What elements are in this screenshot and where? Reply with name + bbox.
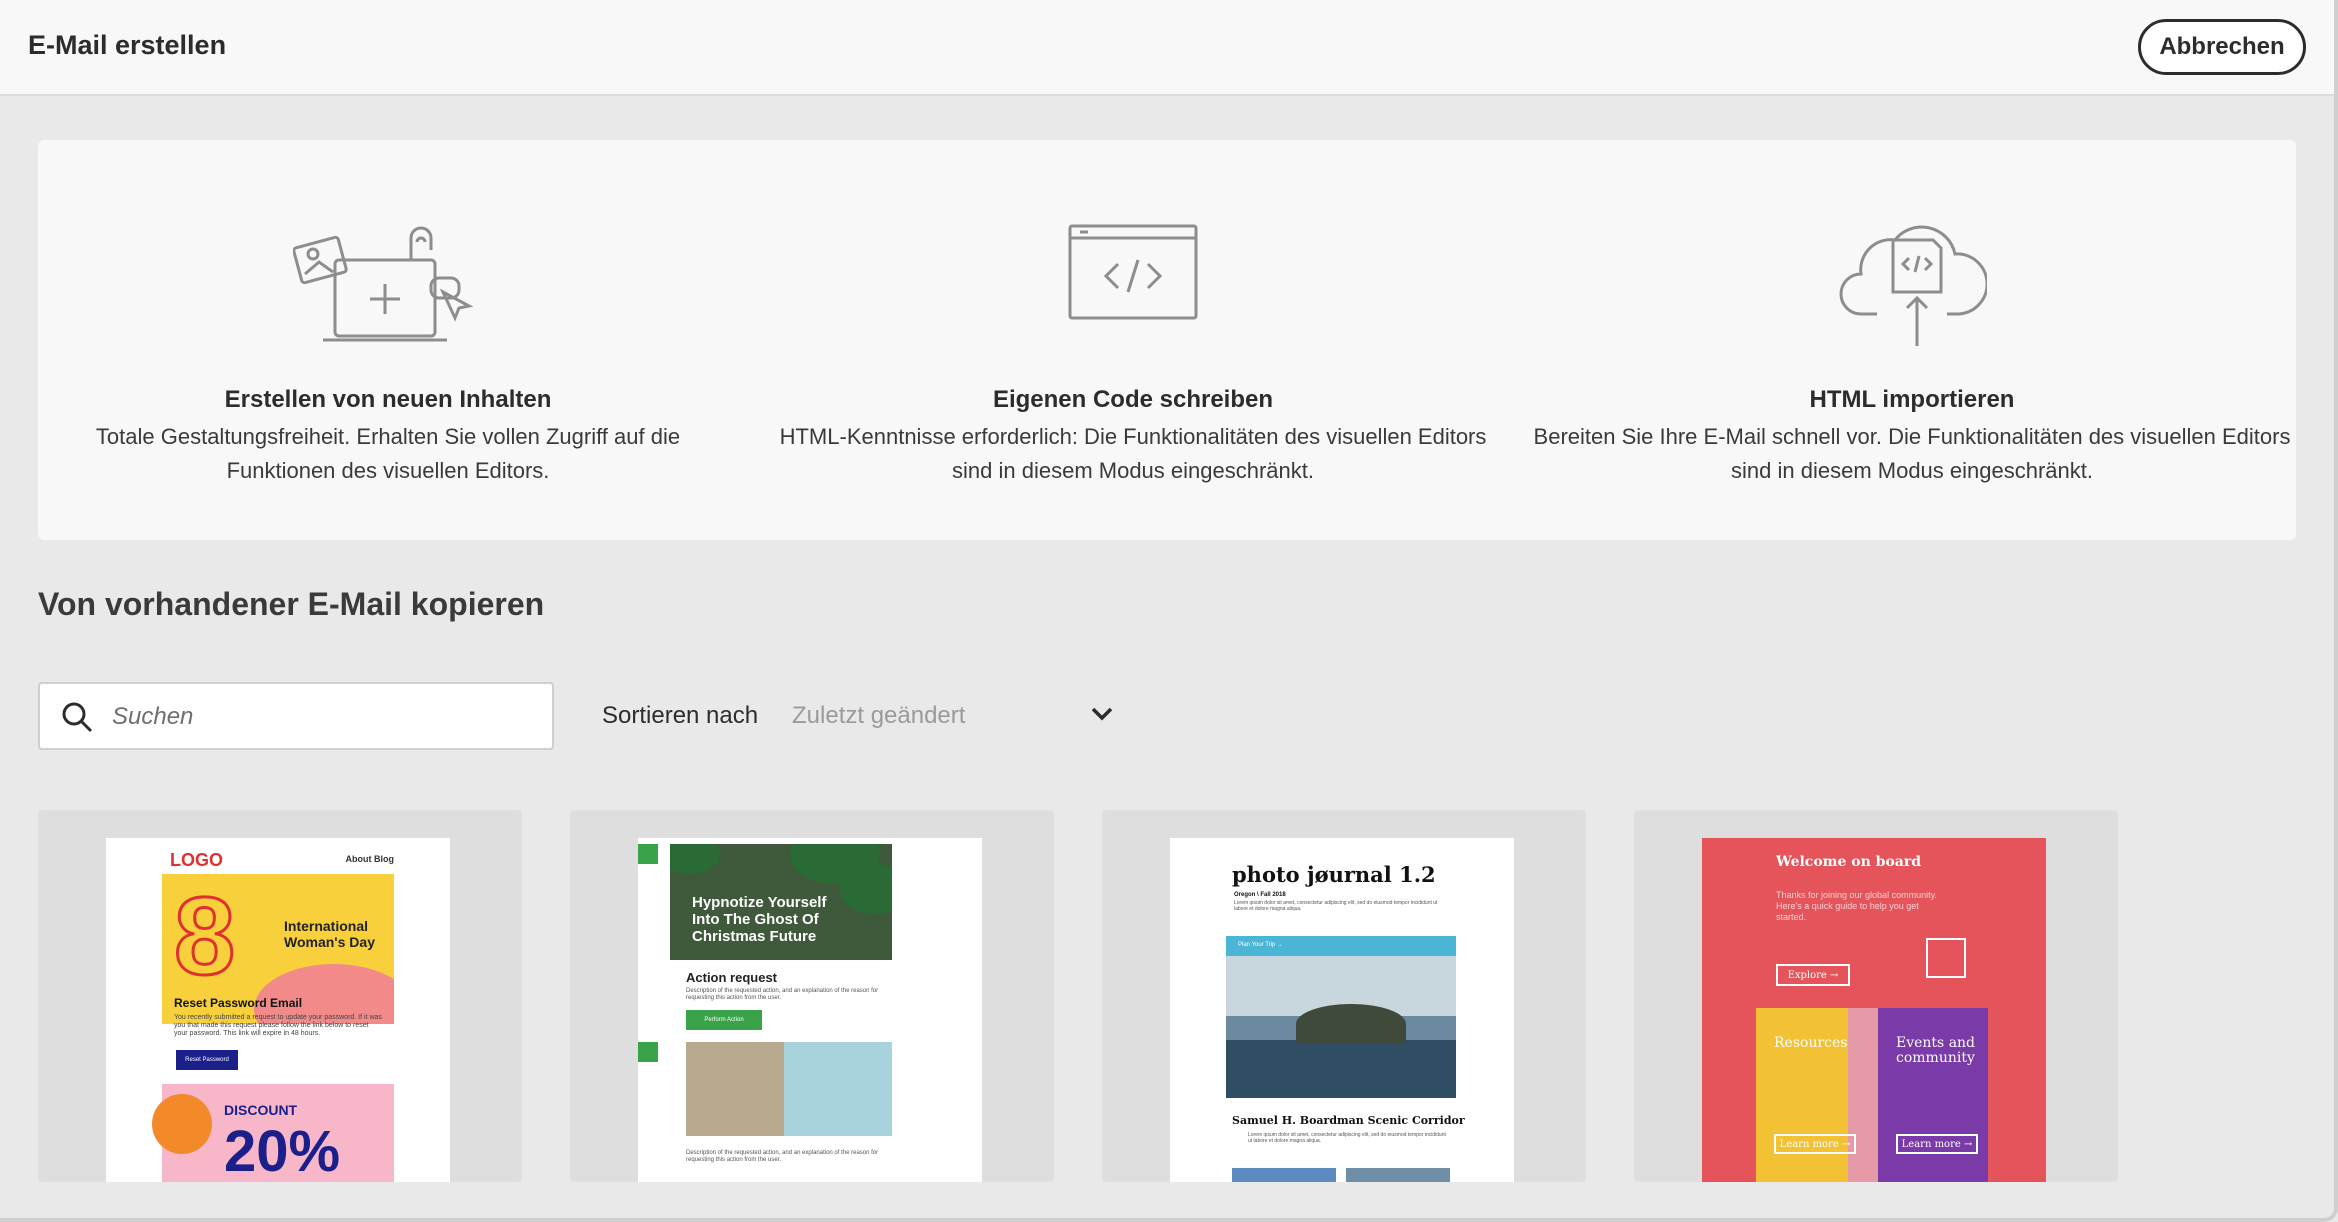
option-create-new-content[interactable]: Erstellen von neuen Inhalten Totale Gest…: [38, 140, 738, 540]
sort-label: Sortieren nach: [602, 702, 759, 729]
template-button: Perform Action: [686, 1010, 762, 1030]
cloud-upload-illustration-icon: [1839, 225, 1987, 346]
option-description-line: sind in diesem Modus eingeschränkt.: [952, 458, 1314, 483]
option-description-line: Funktionen des visuellen Editors.: [226, 458, 550, 483]
template-events-panel: Events and community Learn more →: [1878, 1008, 1988, 1182]
template-card[interactable]: photo jøurnal 1.2 Oregon \ Fall 2018 Lor…: [1102, 810, 1586, 1182]
template-hero: Welcome on board Thanks for joining our …: [1756, 838, 1988, 1008]
image-icon: [638, 1042, 658, 1062]
template-explore-button: Explore →: [1776, 964, 1850, 986]
template-photo: [1226, 956, 1456, 1098]
template-image-plants: [686, 1042, 784, 1136]
dialog-window: E-Mail erstellen Abbrechen Erstellen von…: [0, 0, 2338, 1222]
sort-dropdown[interactable]: Zuletzt geändert: [790, 692, 1120, 738]
template-body: Description of the requested action, and…: [686, 988, 879, 1001]
template-hero-text: International Woman's Day: [284, 918, 375, 950]
template-card[interactable]: Hypnotize Yourself Into The Ghost Of Chr…: [570, 810, 1054, 1182]
option-description-line: Totale Gestaltungsfreiheit. Erhalten Sie…: [95, 424, 681, 449]
option-title: HTML importieren: [1809, 386, 2015, 413]
create-content-illustration-icon: [293, 226, 474, 342]
dialog-title: E-Mail erstellen: [28, 30, 227, 60]
sort-dropdown-value: Zuletzt geändert: [792, 702, 966, 729]
template-heading: Reset Password Email: [174, 996, 303, 1010]
template-image-tile: [1346, 1168, 1450, 1182]
option-description: HTML-Kenntnisse erforderlich: Die Funkti…: [738, 420, 1528, 488]
search-box[interactable]: [38, 682, 554, 750]
template-discount-label: DISCOUNT: [224, 1102, 298, 1118]
template-resources-panel: Resources Learn more →: [1756, 1008, 1878, 1182]
template-button: Reset Password: [176, 1050, 238, 1070]
option-write-own-code[interactable]: Eigenen Code schreiben HTML-Kenntnisse e…: [738, 140, 1528, 540]
search-input[interactable]: [112, 694, 532, 740]
option-description: Bereiten Sie Ihre E-Mail schnell vor. Di…: [1528, 420, 2296, 488]
template-body-secondary: Lorem ipsum dolor sit amet, consectetur …: [1248, 1132, 1446, 1144]
template-image-tile: [1232, 1168, 1336, 1182]
template-intro: Thanks for joining our global community.…: [1776, 890, 1937, 922]
template-cta-bar: Plan Your Trip →: [1226, 936, 1456, 956]
template-learn-more: Learn more →: [1896, 1134, 1978, 1154]
template-heading: Action request: [686, 970, 778, 985]
template-card[interactable]: LOGO About Blog 8 International Woman's …: [38, 810, 522, 1182]
template-resources-label: Resources: [1774, 1035, 1848, 1051]
template-thumbnail: Hypnotize Yourself Into The Ghost Of Chr…: [638, 838, 982, 1182]
option-title: Eigenen Code schreiben: [992, 386, 1274, 413]
template-thumbnail: photo jøurnal 1.2 Oregon \ Fall 2018 Lor…: [1170, 838, 1514, 1182]
option-import-html[interactable]: HTML importieren Bereiten Sie Ihre E-Mai…: [1528, 140, 2296, 540]
copy-section-title: Von vorhandener E-Mail kopieren: [38, 586, 545, 622]
template-discount-value: 20%: [224, 1119, 341, 1182]
template-subtitle: Oregon \ Fall 2018: [1234, 892, 1286, 898]
creation-options-panel: Erstellen von neuen Inhalten Totale Gest…: [38, 140, 2296, 540]
diamond-icon: [1926, 938, 1966, 978]
chevron-down-icon: [1091, 707, 1113, 721]
template-thumbnail: Welcome on board Thanks for joining our …: [1702, 838, 2046, 1182]
template-events-label: Events and community: [1896, 1035, 1976, 1066]
template-body: You recently submitted a request to upda…: [174, 1014, 382, 1037]
template-card[interactable]: Welcome on board Thanks for joining our …: [1634, 810, 2118, 1182]
option-title: Erstellen von neuen Inhalten: [224, 386, 552, 413]
template-grid: LOGO About Blog 8 International Woman's …: [38, 810, 2298, 1182]
cancel-button[interactable]: Abbrechen: [2138, 19, 2306, 75]
template-title: photo jøurnal 1.2: [1232, 862, 1436, 887]
template-welcome: Welcome on board: [1776, 854, 1922, 870]
option-description-line: sind in diesem Modus eingeschränkt.: [1731, 458, 2093, 483]
template-learn-more: Learn more →: [1774, 1134, 1856, 1154]
search-icon: [62, 702, 93, 733]
option-description-line: HTML-Kenntnisse erforderlich: Die Funkti…: [779, 424, 1487, 449]
template-logo-text: LOGO: [170, 850, 223, 870]
expand-icon: [638, 844, 658, 864]
option-description-line: Bereiten Sie Ihre E-Mail schnell vor. Di…: [1533, 424, 2291, 449]
template-hero-number: 8: [172, 875, 236, 998]
template-body-secondary: Description of the requested action, and…: [686, 1150, 879, 1163]
template-nav-text: About Blog: [345, 854, 395, 864]
option-description: Totale Gestaltungsfreiheit. Erhalten Sie…: [38, 420, 738, 488]
code-window-illustration-icon: [1068, 224, 1198, 320]
template-hero-text: Hypnotize Yourself Into The Ghost Of Chr…: [692, 894, 827, 945]
template-discount-banner: DISCOUNT 20%: [152, 1084, 394, 1182]
template-image-blue: [784, 1042, 892, 1136]
template-thumbnail: LOGO About Blog 8 International Woman's …: [106, 838, 450, 1182]
template-body: Lorem ipsum dolor sit amet, consectetur …: [1234, 900, 1438, 912]
template-heading: Samuel H. Boardman Scenic Corridor: [1232, 1114, 1465, 1127]
dialog-header: E-Mail erstellen Abbrechen: [0, 0, 2334, 96]
template-hero-image: Hypnotize Yourself Into The Ghost Of Chr…: [670, 844, 892, 960]
